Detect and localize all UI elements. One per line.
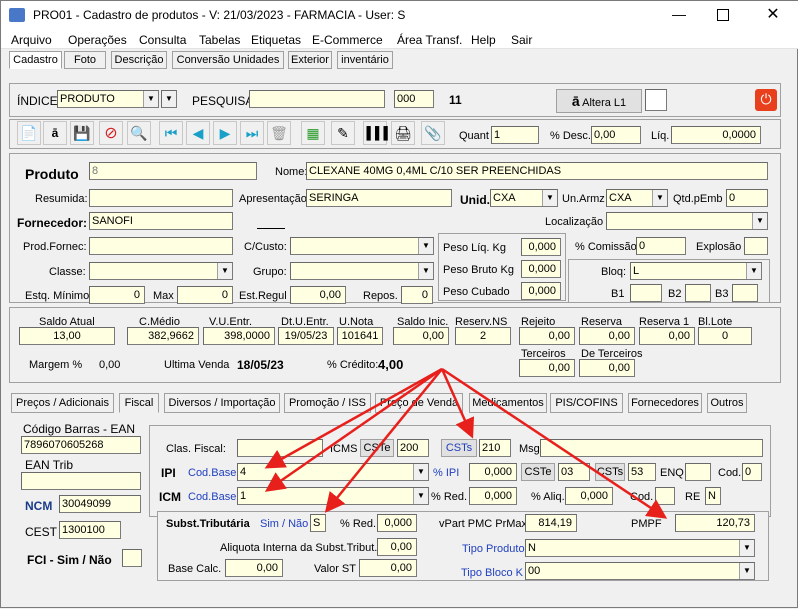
annotation-arrows — [264, 367, 668, 519]
arrow-to-simnao — [324, 368, 443, 513]
arrow-to-icm-codbase — [264, 367, 443, 492]
arrow-to-ipi-codbase — [264, 367, 443, 469]
arrow-to-pmpf — [441, 367, 668, 519]
app-window: PRO01 - Cadastro de produtos - V: 21/03/… — [0, 0, 798, 608]
